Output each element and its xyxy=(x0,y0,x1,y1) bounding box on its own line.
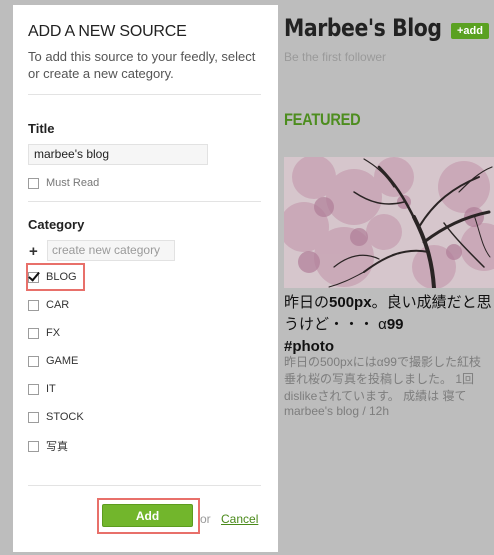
category-label-photo: 写真 xyxy=(46,441,68,453)
category-label: Category xyxy=(28,217,85,232)
must-read-option[interactable]: Must Read xyxy=(28,175,99,191)
plus-icon[interactable]: + xyxy=(29,243,38,260)
divider xyxy=(28,201,261,202)
title-input[interactable]: marbee's blog xyxy=(28,144,208,165)
featured-article-meta: marbee's blog / 12h xyxy=(284,404,390,418)
category-label-stock: STOCK xyxy=(46,411,84,423)
divider xyxy=(28,94,261,95)
new-category-input[interactable]: create new category xyxy=(47,240,175,261)
featured-heading: FEATURED xyxy=(284,110,361,129)
must-read-checkbox[interactable] xyxy=(28,177,39,189)
category-option-game[interactable]: GAME xyxy=(28,353,78,369)
category-label-game: GAME xyxy=(46,355,79,367)
add-source-panel: ADD A NEW SOURCE To add this source to y… xyxy=(13,5,278,552)
category-label-fx: FX xyxy=(46,327,61,339)
article-title-text-1: 昨日の xyxy=(284,294,330,311)
category-checkbox-it[interactable] xyxy=(28,383,39,395)
blog-title: Marbee's Blog xyxy=(284,14,442,42)
add-badge-button[interactable]: +add xyxy=(451,23,489,39)
featured-article-title[interactable]: 昨日の500px。良い成績だと思うけど・・・ α99 #photo xyxy=(284,292,494,358)
featured-article-image[interactable] xyxy=(284,157,494,288)
category-label-it: IT xyxy=(46,383,56,395)
category-checkbox-game[interactable] xyxy=(28,355,39,367)
cherry-blossom-photo xyxy=(284,157,494,288)
follower-count-text: Be the first follower xyxy=(284,50,387,64)
panel-title: ADD A NEW SOURCE xyxy=(28,23,187,40)
add-button[interactable]: Add xyxy=(102,504,193,527)
category-checkbox-fx[interactable] xyxy=(28,327,39,339)
category-option-photo[interactable]: 写真 xyxy=(28,438,68,454)
panel-description: To add this source to your feedly, selec… xyxy=(28,49,256,81)
category-checkbox-stock[interactable] xyxy=(28,411,39,423)
category-option-fx[interactable]: FX xyxy=(28,325,60,341)
blog-highlight-box xyxy=(26,263,85,291)
divider xyxy=(28,485,261,486)
category-option-stock[interactable]: STOCK xyxy=(28,409,84,425)
blog-header: Marbee's Blog +add xyxy=(284,14,494,42)
must-read-label: Must Read xyxy=(46,177,100,189)
category-label-car: CAR xyxy=(46,299,70,311)
category-option-it[interactable]: IT xyxy=(28,381,56,397)
category-option-car[interactable]: CAR xyxy=(28,297,69,313)
article-title-text-2: 500px xyxy=(329,294,372,311)
category-checkbox-car[interactable] xyxy=(28,299,39,311)
article-title-text-4: 99 xyxy=(386,316,404,333)
cancel-link[interactable]: Cancel xyxy=(221,512,258,526)
category-checkbox-photo[interactable] xyxy=(28,440,39,452)
or-text: or xyxy=(200,512,211,526)
article-hashtag: #photo xyxy=(284,338,334,355)
title-label: Title xyxy=(28,121,55,136)
featured-article-snippet: 昨日の500pxにはα99で撮影した紅枝垂れ桜の写真を投稿しました。 1回dis… xyxy=(284,355,481,403)
